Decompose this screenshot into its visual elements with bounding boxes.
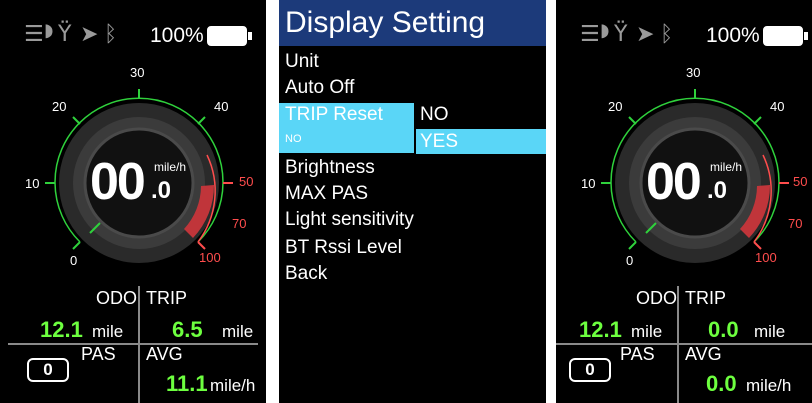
light-icon: ☰ — [24, 22, 44, 47]
trip-value: 0.0 — [708, 317, 739, 342]
menu-item-light-sensitivity[interactable]: Light sensitivity — [285, 209, 414, 231]
avg-label: AVG — [685, 344, 722, 364]
location-arrow-icon: ➤ — [80, 22, 99, 47]
speed-unit: mile/h — [710, 160, 743, 174]
battery-percent: 100% — [150, 24, 204, 47]
tick-20: 20 — [52, 99, 66, 114]
menu-item-bt-rssi-level[interactable]: BT Rssi Level — [285, 237, 402, 259]
battery-tip — [804, 32, 808, 40]
trip-label: TRIP — [146, 288, 188, 308]
pas-level-box: 0 — [569, 358, 611, 382]
pas-label: PAS — [81, 344, 116, 364]
tick-70: 70 — [232, 216, 246, 231]
bluetooth-icon: ᛒ — [660, 22, 674, 47]
battery-percent: 100% — [706, 24, 760, 47]
avg-label: AVG — [146, 344, 183, 364]
menu-item-auto-off[interactable]: Auto Off — [285, 77, 354, 99]
odo-unit: mile — [631, 322, 663, 341]
trip-unit: mile — [222, 322, 254, 341]
tick-100: 100 — [755, 250, 777, 265]
avg-unit: mile/h — [210, 376, 256, 395]
menu-item-back[interactable]: Back — [285, 263, 327, 285]
tick-40: 40 — [214, 99, 228, 114]
tick-30: 30 — [686, 65, 700, 80]
tick-0: 0 — [626, 253, 633, 268]
speed-decimal: .0 — [707, 177, 728, 204]
stat-divider-horizontal — [556, 343, 812, 345]
menu-item-brightness[interactable]: Brightness — [285, 157, 375, 179]
trip-reset-current-value: NO — [285, 133, 302, 145]
wrench-icon: Ÿ — [614, 22, 628, 47]
dashboard-before: ☰ ◗ Ÿ ➤ ᛒ 100% 0 10 20 30 40 50 70 100 0… — [0, 0, 266, 403]
tick-0: 0 — [70, 253, 77, 268]
menu-item-trip-reset[interactable]: TRIP Reset — [285, 104, 383, 126]
tick-10: 10 — [25, 176, 39, 191]
odo-unit: mile — [92, 322, 124, 341]
menu-item-unit[interactable]: Unit — [285, 51, 319, 73]
wrench-icon: Ÿ — [58, 22, 72, 47]
speed-value: 00 — [646, 153, 702, 211]
avg-value: 11.1 — [166, 371, 208, 396]
menu-item-max-pas[interactable]: MAX PAS — [285, 183, 368, 205]
speed-decimal: .0 — [151, 177, 172, 204]
speed-value: 00 — [90, 153, 146, 211]
light-beam-icon: ◗ — [44, 20, 54, 41]
tick-100: 100 — [199, 250, 221, 265]
avg-unit: mile/h — [746, 376, 792, 395]
light-beam-icon: ◗ — [600, 20, 610, 41]
tick-70: 70 — [788, 216, 802, 231]
speed-unit: mile/h — [154, 160, 187, 174]
odo-value: 12.1 — [579, 317, 622, 342]
battery-tip — [248, 32, 252, 40]
trip-unit: mile — [754, 322, 786, 341]
menu-title: Display Setting — [279, 0, 546, 46]
tick-10: 10 — [581, 176, 595, 191]
tick-40: 40 — [770, 99, 784, 114]
pas-level-box: 0 — [27, 358, 69, 382]
stat-divider-horizontal — [8, 343, 258, 345]
tick-50: 50 — [793, 174, 807, 189]
tick-50: 50 — [239, 174, 253, 189]
option-yes[interactable]: YES — [420, 131, 458, 153]
battery-icon — [207, 26, 247, 46]
tick-30: 30 — [130, 65, 144, 80]
dashboard-after: ☰ ◗ Ÿ ➤ ᛒ 100% 0 10 20 30 40 50 70 100 0… — [556, 0, 812, 403]
bluetooth-icon: ᛒ — [104, 22, 118, 47]
option-no[interactable]: NO — [420, 104, 449, 126]
tick-20: 20 — [608, 99, 622, 114]
light-icon: ☰ — [580, 22, 600, 47]
avg-value: 0.0 — [706, 371, 737, 396]
battery-icon — [763, 26, 803, 46]
trip-label: TRIP — [685, 288, 727, 308]
trip-value: 6.5 — [172, 317, 203, 342]
odo-label: ODO — [636, 288, 678, 308]
odo-value: 12.1 — [40, 317, 83, 342]
location-arrow-icon: ➤ — [636, 22, 655, 47]
display-setting-menu: Display Setting Unit Auto Off TRIP Reset… — [279, 0, 546, 403]
odo-label: ODO — [96, 288, 138, 308]
pas-label: PAS — [620, 344, 655, 364]
